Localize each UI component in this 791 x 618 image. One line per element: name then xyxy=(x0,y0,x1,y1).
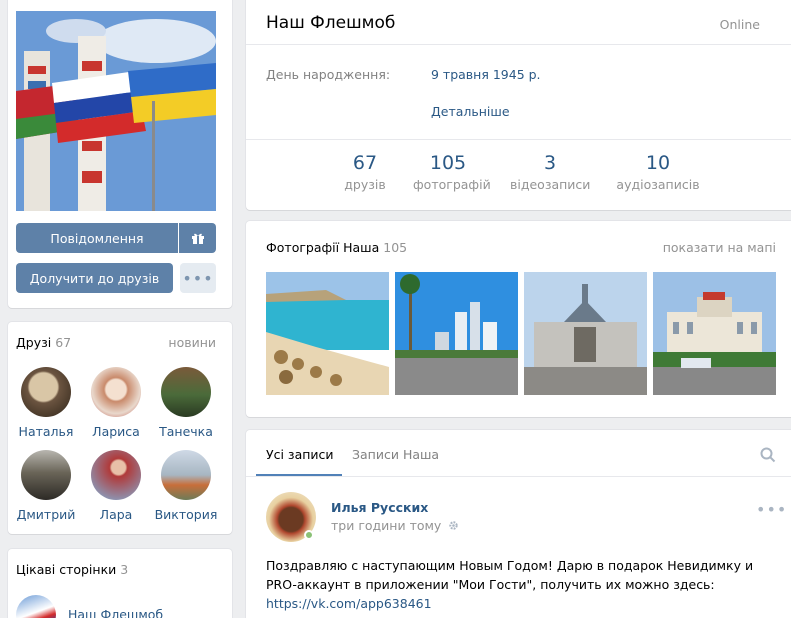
profile-avatar[interactable] xyxy=(16,11,216,211)
city-photo xyxy=(395,272,518,395)
profile-avatar-card: Повідомлення Долучити до друзів ••• xyxy=(8,0,232,308)
building-photo xyxy=(653,272,776,395)
friend-avatar[interactable] xyxy=(161,450,211,500)
photos-block: Фотографії Наша 105 показати на мапі xyxy=(246,221,791,417)
friends-title: Друзі xyxy=(16,335,52,350)
friend-item[interactable]: Дмитрий xyxy=(12,450,80,522)
counter-number: 3 xyxy=(543,152,557,174)
photo-thumbnail[interactable] xyxy=(653,272,776,395)
counter-label: відеозаписи xyxy=(510,177,591,192)
post-time-text: три години тому xyxy=(331,518,442,533)
post-text-body: Поздравляю с наступающим Новым Годом! Да… xyxy=(266,558,754,592)
friend-name[interactable]: Лариса xyxy=(82,424,150,439)
friend-name[interactable]: Лара xyxy=(82,507,150,522)
tab-owner-posts[interactable]: Записи Наша xyxy=(352,447,439,462)
counter-label: аудіозаписів xyxy=(616,177,700,192)
friend-avatar[interactable] xyxy=(21,450,71,500)
beach-photo xyxy=(266,272,389,395)
post-time[interactable]: три години тому xyxy=(331,518,459,533)
birthday-label: День народження: xyxy=(266,67,391,82)
counter-photos[interactable]: 105 фотографій xyxy=(413,152,491,192)
post-author-name[interactable]: Илья Русских xyxy=(331,500,428,515)
counter-label: друзів xyxy=(344,177,386,192)
details-link[interactable]: Детальніше xyxy=(431,104,510,119)
friend-avatar[interactable] xyxy=(91,450,141,500)
counter-number: 67 xyxy=(352,152,378,174)
counter-audio[interactable]: 10 аудіозаписів xyxy=(616,152,700,192)
friend-avatar[interactable] xyxy=(21,367,71,417)
friend-item[interactable]: Наталья xyxy=(12,367,80,439)
add-friend-label: Долучити до друзів xyxy=(29,270,160,286)
post-text: Поздравляю с наступающим Новым Годом! Да… xyxy=(266,556,776,613)
counter-friends[interactable]: 67 друзів xyxy=(342,152,388,192)
gift-icon xyxy=(191,233,204,244)
more-actions-button[interactable]: ••• xyxy=(180,263,216,293)
photos-count: 105 xyxy=(383,240,408,255)
station-photo xyxy=(524,272,647,395)
post-more-icon[interactable]: ••• xyxy=(756,500,787,519)
wall-block: Усі записи Записи Наша Илья Русских три … xyxy=(246,430,791,618)
add-friend-button[interactable]: Долучити до друзів xyxy=(16,263,173,293)
friend-name[interactable]: Дмитрий xyxy=(12,507,80,522)
friends-header[interactable]: Друзі 67 xyxy=(16,335,71,350)
friend-name[interactable]: Виктория xyxy=(152,507,220,522)
friends-news-link[interactable]: новини xyxy=(168,335,216,350)
show-on-map-link[interactable]: показати на мапі xyxy=(663,240,776,255)
friend-item[interactable]: Лариса xyxy=(82,367,150,439)
friend-avatar[interactable] xyxy=(91,367,141,417)
counter-number: 10 xyxy=(645,152,671,174)
photo-thumbnail[interactable] xyxy=(395,272,518,395)
search-icon[interactable] xyxy=(760,447,776,466)
gear-icon[interactable] xyxy=(448,520,459,531)
pages-count: 3 xyxy=(120,562,129,577)
friends-count: 67 xyxy=(55,335,72,350)
page-avatar[interactable] xyxy=(16,595,56,618)
divider xyxy=(246,139,791,140)
friend-name[interactable]: Наталья xyxy=(12,424,80,439)
divider xyxy=(246,476,791,477)
friends-block: Друзі 67 новини Наталья Лариса Танечка Дм… xyxy=(8,322,232,534)
page-title: Наш Флешмоб xyxy=(266,13,396,33)
friend-item[interactable]: Виктория xyxy=(152,450,220,522)
send-message-label: Повідомлення xyxy=(50,230,144,246)
flags-photo xyxy=(16,11,216,211)
pages-title: Цікаві сторінки xyxy=(16,562,117,577)
photos-header[interactable]: Фотографії Наша 105 xyxy=(266,240,407,255)
pages-header[interactable]: Цікаві сторінки 3 xyxy=(16,562,128,577)
counter-videos[interactable]: 3 відеозаписи xyxy=(510,152,590,192)
friend-name[interactable]: Танечка xyxy=(152,424,220,439)
page-name-link[interactable]: Наш Флешмоб xyxy=(68,607,163,618)
tab-all-posts[interactable]: Усі записи xyxy=(266,447,334,462)
profile-info-card: Наш Флешмоб Online День народження: 9 тр… xyxy=(246,0,791,210)
birthday-value[interactable]: 9 травня 1945 р. xyxy=(431,67,541,82)
friend-item[interactable]: Лара xyxy=(82,450,150,522)
photo-thumbnail[interactable] xyxy=(266,272,389,395)
photos-title: Фотографії Наша xyxy=(266,240,380,255)
interesting-pages-block: Цікаві сторінки 3 Наш Флешмоб xyxy=(8,549,232,618)
friend-item[interactable]: Танечка xyxy=(152,367,220,439)
online-status: Online xyxy=(719,17,760,32)
friend-avatar[interactable] xyxy=(161,367,211,417)
counter-number: 105 xyxy=(429,152,467,174)
counter-label: фотографій xyxy=(413,177,491,192)
send-message-button[interactable]: Повідомлення xyxy=(16,223,178,253)
send-gift-button[interactable] xyxy=(179,223,216,253)
post-link[interactable]: https://vk.com/app638461 xyxy=(266,596,432,611)
divider xyxy=(246,44,791,45)
online-indicator xyxy=(304,530,314,540)
photo-thumbnail[interactable] xyxy=(524,272,647,395)
more-icon: ••• xyxy=(182,268,214,288)
